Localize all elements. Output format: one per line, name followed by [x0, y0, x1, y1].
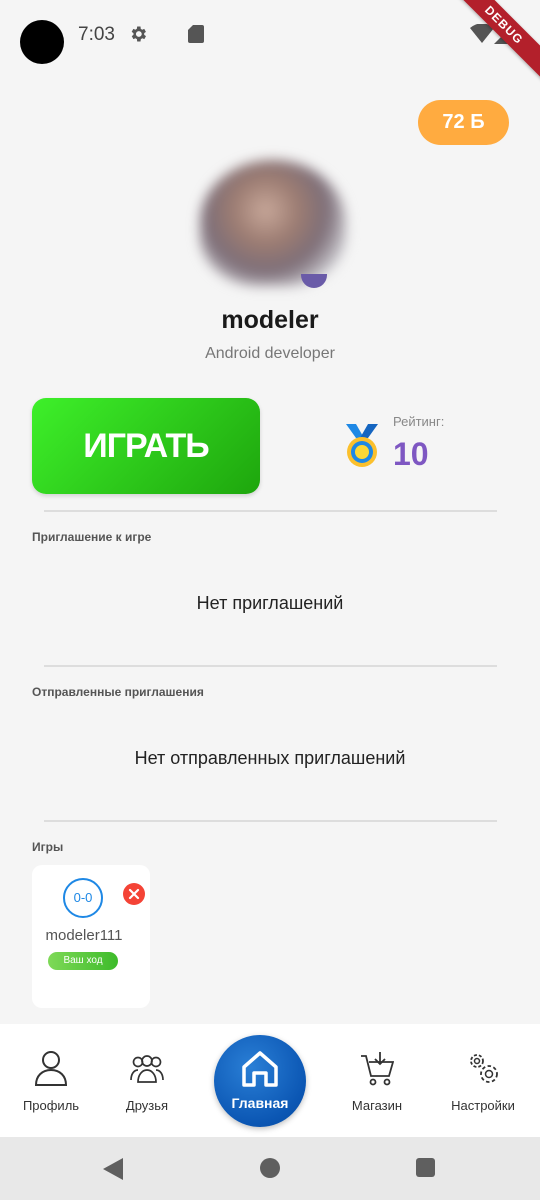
- play-button[interactable]: ИГРАТЬ: [32, 398, 260, 494]
- person-icon: [34, 1051, 68, 1086]
- username: modeler: [221, 306, 319, 334]
- status-bar: 7:03 DEBUG: [0, 0, 540, 83]
- medal-icon: [346, 424, 378, 467]
- settings-icon: [470, 1054, 498, 1083]
- nav-item-friends[interactable]: Друзья: [106, 1024, 188, 1137]
- turn-badge: Ваш ход: [48, 952, 118, 970]
- system-nav-bar: [0, 1137, 540, 1200]
- nav-item-settings[interactable]: Настройки: [440, 1024, 526, 1137]
- divider: [44, 820, 497, 822]
- game-card[interactable]: 0-0 modeler111 Ваш ход: [32, 865, 150, 1008]
- user-role: Android developer: [205, 345, 335, 362]
- games-title: Игры: [32, 840, 64, 854]
- gear-icon: [131, 26, 146, 42]
- nav-item-shop[interactable]: Магазин: [336, 1024, 418, 1137]
- nav-label: Настройки: [451, 1098, 515, 1113]
- nav-label: Главная: [231, 1095, 289, 1111]
- friends-icon: [130, 1055, 164, 1083]
- divider: [44, 665, 497, 667]
- score-circle: 0-0: [63, 878, 103, 918]
- opponent-name: modeler111: [45, 927, 123, 944]
- sd-card-icon: [188, 25, 204, 43]
- sent-invitations-empty: Нет отправленных приглашений: [134, 748, 406, 768]
- divider: [44, 510, 497, 512]
- home-icon: [242, 1051, 278, 1087]
- cart-icon: [361, 1052, 394, 1086]
- balance-badge[interactable]: 72 Б: [418, 100, 509, 145]
- avatar-status-dot: [301, 274, 327, 288]
- nav-item-profile[interactable]: Профиль: [10, 1024, 92, 1137]
- rating-label: Рейтинг:: [393, 414, 445, 429]
- status-time: 7:03: [78, 24, 115, 45]
- nav-label: Друзья: [125, 1098, 169, 1113]
- rating-value: 10: [393, 436, 429, 472]
- system-home-icon[interactable]: [260, 1158, 280, 1178]
- nav-label: Магазин: [351, 1098, 403, 1113]
- nav-item-home[interactable]: Главная: [214, 1035, 306, 1127]
- delete-icon[interactable]: [123, 883, 145, 905]
- nav-label: Профиль: [22, 1098, 80, 1113]
- avatar[interactable]: [200, 160, 346, 286]
- invitations-empty: Нет приглашений: [196, 593, 344, 613]
- sent-invitations-title: Отправленные приглашения: [32, 685, 204, 699]
- recent-apps-icon[interactable]: [416, 1158, 435, 1177]
- back-icon[interactable]: [103, 1158, 123, 1180]
- camera-cutout: [20, 20, 64, 64]
- invitations-title: Приглашение к игре: [32, 530, 152, 544]
